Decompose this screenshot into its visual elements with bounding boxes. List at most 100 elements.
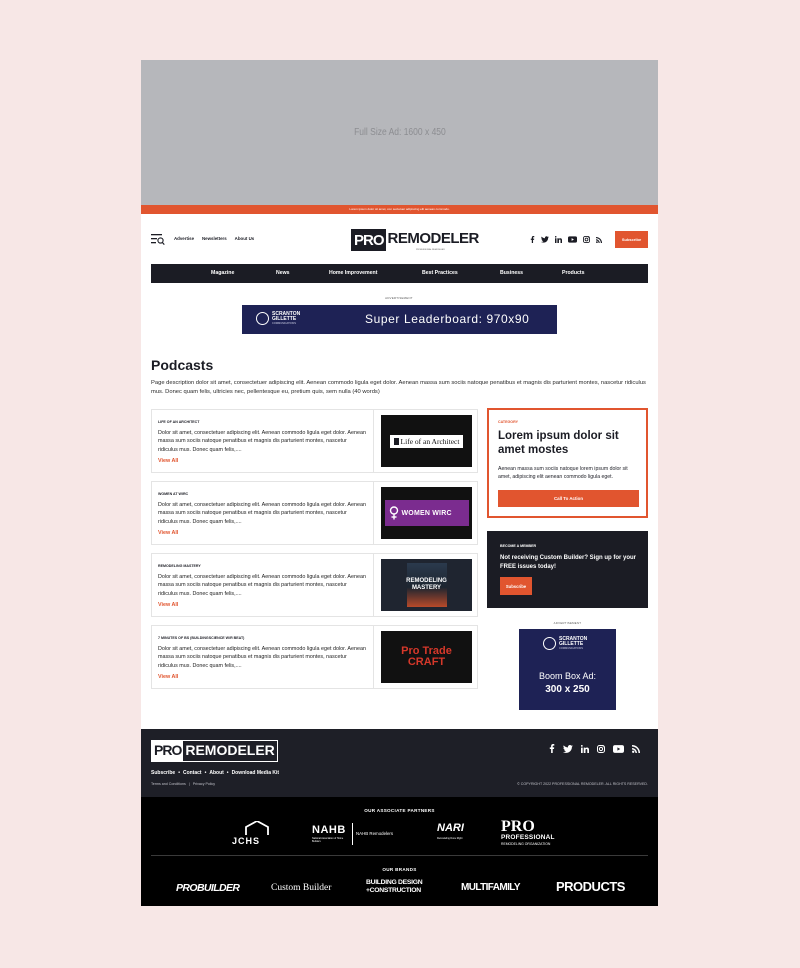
instagram-icon[interactable] bbox=[583, 236, 590, 243]
youtube-icon[interactable] bbox=[568, 236, 577, 243]
jchs-logo[interactable]: JCHS bbox=[232, 821, 272, 847]
view-all-link[interactable]: View All bbox=[158, 674, 178, 680]
nav-best-practices[interactable]: Best Practices bbox=[422, 270, 458, 276]
brands-heading: OUR BRANDS bbox=[382, 867, 417, 872]
pro-org-line-1: PROFESSIONAL bbox=[501, 834, 555, 841]
view-all-link[interactable]: View All bbox=[158, 530, 178, 536]
footer-copyright: © COPYRIGHT 2022 PROFESSIONAL REMODELER.… bbox=[517, 782, 648, 786]
podcast-card[interactable]: WOMEN AT WIRC Dolor sit amet, consectetu… bbox=[151, 481, 478, 545]
footer-terms-link[interactable]: Terms and Conditions bbox=[151, 782, 186, 786]
promo-bar[interactable]: Lorem ipsum dolor sit amet, con sectetue… bbox=[141, 205, 658, 214]
nav-home-improvement[interactable]: Home Improvement bbox=[329, 270, 377, 276]
rss-icon[interactable] bbox=[596, 236, 602, 243]
link-newsletters[interactable]: Newsletters bbox=[202, 236, 227, 241]
podcast-card[interactable]: LIFE OF AN ARCHITECT Dolor sit amet, con… bbox=[151, 409, 478, 473]
thumb-remodeling-mastery: REMODELING MASTERY bbox=[406, 563, 447, 607]
nav-magazine[interactable]: Magazine bbox=[211, 270, 234, 276]
podcast-body: Dolor sit amet, consectetuer adipiscing … bbox=[158, 574, 366, 597]
main-nav: Magazine News Home Improvement Best Prac… bbox=[151, 264, 648, 283]
sg-sub: COMMUNICATIONS bbox=[272, 322, 297, 325]
member-text: Not receiving Custom Builder? Sign up fo… bbox=[500, 555, 637, 570]
footer-logo-remodeler: REMODELER bbox=[185, 742, 275, 758]
podcast-category: 7 MINUTES OF BS (BUILDINGSCIENCE W/R BEA… bbox=[158, 636, 245, 640]
member-subscribe-button[interactable]: Subscribe bbox=[500, 577, 532, 595]
nari-logo[interactable]: NARI Remodeling Done Right bbox=[435, 820, 469, 848]
footer-legal: Terms and Conditions | Privacy Policy bbox=[151, 782, 215, 786]
logo-remodeler: REMODELER bbox=[387, 230, 480, 247]
member-label: BECOME A MEMBER bbox=[500, 544, 537, 548]
podcast-card[interactable]: 7 MINUTES OF BS (BUILDINGSCIENCE W/R BEA… bbox=[151, 625, 478, 689]
brand-products[interactable]: PRODUCTS bbox=[556, 879, 625, 894]
top-ad-banner[interactable]: Full Size Ad: 1600 x 450 bbox=[141, 60, 658, 205]
nav-business[interactable]: Business bbox=[500, 270, 523, 276]
footer-link-separator: • bbox=[226, 770, 229, 776]
thumb-title: REMODELING MASTERY bbox=[406, 578, 447, 591]
card-divider bbox=[373, 410, 374, 472]
footer-link-subscribe[interactable]: Subscribe bbox=[151, 770, 175, 776]
facebook-icon[interactable] bbox=[549, 744, 555, 753]
site-footer: PRO REMODELER Subscribe • Contact • About •… bbox=[141, 729, 658, 797]
podcast-thumbnail[interactable]: WOMEN WIRC bbox=[381, 487, 472, 539]
footer-link-media-kit[interactable]: Download Media Kit bbox=[232, 770, 280, 776]
footer-link-about[interactable]: About bbox=[209, 770, 223, 776]
youtube-icon[interactable] bbox=[613, 744, 624, 753]
brand-multifamily[interactable]: MULTIFAMILY bbox=[461, 882, 521, 893]
call-to-action-button[interactable]: Call To Action bbox=[498, 490, 639, 507]
footer-link-contact[interactable]: Contact bbox=[183, 770, 202, 776]
nahb-logo[interactable]: NAHB National Association of Home Builde… bbox=[312, 821, 407, 849]
nav-news[interactable]: News bbox=[276, 270, 290, 276]
twitter-icon[interactable] bbox=[541, 236, 549, 243]
boombox-ad-label: ADVERTISEMENT bbox=[553, 621, 582, 625]
page-description: Page description dolor sit amet, consect… bbox=[151, 380, 646, 395]
sg-sub: COMMUNICATIONS bbox=[559, 647, 584, 650]
card-divider bbox=[373, 554, 374, 616]
thumb-title: WOMEN WIRC bbox=[401, 509, 452, 517]
menu-search-icon[interactable] bbox=[151, 234, 165, 246]
podcast-thumbnail[interactable]: REMODELING MASTERY bbox=[381, 559, 472, 611]
page: Full Size Ad: 1600 x 450 Lorem ipsum dol… bbox=[141, 60, 658, 906]
footer-link-separator: • bbox=[204, 770, 207, 776]
scranton-gillette-logo: SCRANTON GILLETTE COMMUNICATIONS bbox=[543, 637, 587, 650]
rss-icon[interactable] bbox=[632, 744, 640, 753]
architect-logo-icon bbox=[393, 437, 399, 445]
cta-headline[interactable]: Lorem ipsum dolor sit amet mostes bbox=[498, 429, 638, 457]
header-social-icons bbox=[530, 236, 602, 243]
podcast-card[interactable]: REMODELING MASTERY Dolor sit amet, conse… bbox=[151, 553, 478, 617]
female-symbol-icon bbox=[389, 506, 398, 520]
facebook-icon[interactable] bbox=[530, 236, 535, 243]
link-about-us[interactable]: About Us bbox=[235, 236, 255, 241]
cta-category: CATEGORY bbox=[498, 420, 518, 424]
linkedin-icon[interactable] bbox=[555, 236, 562, 243]
pro-org-logo[interactable]: PRO PROFESSIONAL REMODELING ORGANIZATION bbox=[501, 818, 571, 848]
view-all-link[interactable]: View All bbox=[158, 458, 178, 464]
podcast-body: Dolor sit amet, consectetuer adipiscing … bbox=[158, 646, 366, 669]
nahb-divider bbox=[352, 823, 353, 845]
podcast-body: Dolor sit amet, consectetuer adipiscing … bbox=[158, 430, 366, 453]
brand-building-design[interactable]: BUILDING DESIGN +CONSTRUCTION bbox=[366, 879, 436, 894]
footer-logo[interactable]: PRO REMODELER bbox=[151, 740, 278, 762]
logo-pro: PRO bbox=[351, 229, 386, 251]
header-subscribe-button[interactable]: Subscribe bbox=[615, 231, 648, 248]
brand-custom-builder[interactable]: Custom Builder bbox=[271, 883, 331, 893]
link-advertise[interactable]: Advertise bbox=[174, 236, 194, 241]
footer-link-separator: • bbox=[178, 770, 180, 776]
footer-privacy-link[interactable]: Privacy Policy bbox=[193, 782, 215, 786]
leaderboard-ad[interactable]: SCRANTON GILLETTE COMMUNICATIONS Super L… bbox=[242, 305, 557, 334]
twitter-icon[interactable] bbox=[563, 744, 573, 753]
brand-probuilder[interactable]: PROBUILDER bbox=[176, 882, 240, 894]
leaderboard-ad-label: ADVERTISEMENT bbox=[385, 296, 413, 300]
footer-social-icons bbox=[549, 744, 640, 753]
podcast-thumbnail[interactable]: Pro Trade CRAFT bbox=[381, 631, 472, 683]
linkedin-icon[interactable] bbox=[581, 744, 589, 753]
page-title: Podcasts bbox=[151, 357, 214, 373]
nav-products[interactable]: Products bbox=[562, 270, 584, 276]
boombox-line-1: Boom Box Ad: bbox=[538, 671, 597, 681]
thumb-title: Life of an Architect bbox=[400, 436, 460, 446]
nahb-text: NAHB bbox=[312, 824, 346, 836]
view-all-link[interactable]: View All bbox=[158, 602, 178, 608]
podcast-thumbnail[interactable]: Life of an Architect bbox=[381, 415, 472, 467]
site-logo[interactable]: PRO REMODELER bbox=[351, 229, 479, 251]
instagram-icon[interactable] bbox=[597, 744, 605, 753]
pro-org-line-2: REMODELING ORGANIZATION bbox=[501, 842, 551, 846]
boombox-ad[interactable]: SCRANTON GILLETTE COMMUNICATIONS Boom Bo… bbox=[519, 629, 616, 710]
